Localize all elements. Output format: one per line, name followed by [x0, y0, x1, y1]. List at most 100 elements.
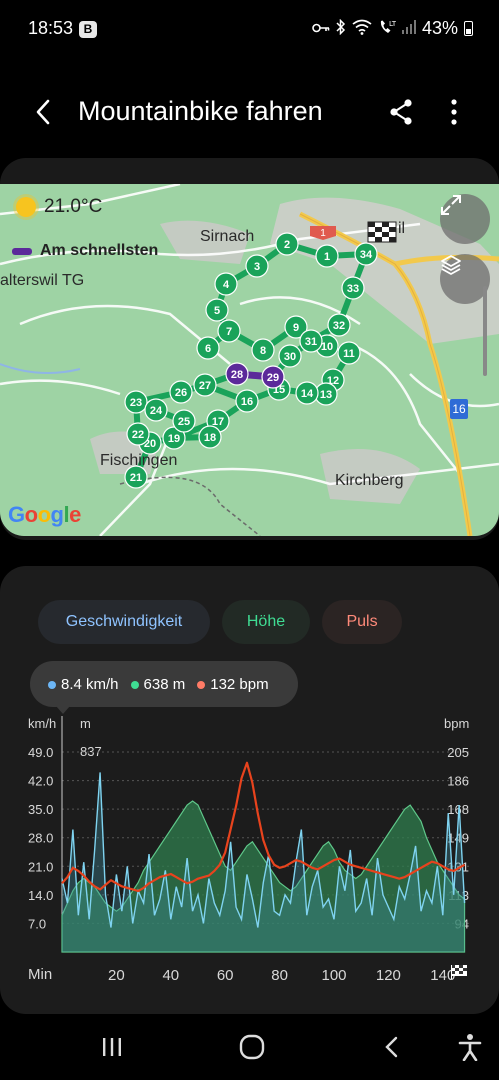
fullscreen-icon[interactable]	[440, 194, 490, 244]
svg-text:10: 10	[321, 341, 333, 353]
route-marker-16[interactable]: 16	[235, 389, 259, 413]
route-marker-28[interactable]: 28	[225, 362, 249, 386]
svg-text:26: 26	[175, 387, 187, 399]
route-marker-30[interactable]: 30	[278, 344, 302, 368]
route-marker-34[interactable]: 34	[354, 242, 378, 266]
battery-icon	[464, 21, 473, 36]
call-icon: LTE	[378, 19, 401, 38]
fastest-swatch	[12, 247, 32, 255]
svg-text:27: 27	[199, 380, 211, 392]
status-time: 18:53	[28, 18, 74, 38]
highway-badge: 16	[450, 399, 468, 419]
status-badge: B	[79, 21, 97, 38]
chart-plot[interactable]: 49.020542.018635.016828.014921.013114.01…	[0, 566, 499, 1014]
x-tick: 120	[376, 967, 401, 984]
sun-icon	[16, 197, 36, 217]
route-marker-14[interactable]: 14	[295, 381, 319, 405]
google-logo: Google	[8, 502, 81, 528]
route-marker-8[interactable]: 8	[251, 338, 275, 362]
svg-text:6: 6	[205, 343, 211, 355]
svg-text:9: 9	[293, 322, 299, 334]
svg-text:3: 3	[254, 261, 260, 273]
route-marker-25[interactable]: 25	[172, 409, 196, 433]
svg-text:18: 18	[204, 432, 216, 444]
status-icons: LTE 43%	[312, 18, 473, 39]
chart-card: Geschwindigkeit Höhe Puls 8.4 km/h 638 m…	[0, 566, 499, 1014]
svg-text:33: 33	[347, 283, 359, 295]
route-marker-6[interactable]: 6	[196, 336, 220, 360]
x-tick: 60	[217, 967, 234, 984]
x-tick: 40	[162, 967, 179, 984]
home-icon[interactable]	[232, 1032, 272, 1062]
y-left-tick: 49.0	[28, 745, 53, 760]
y-left-tick: 28.0	[28, 831, 53, 846]
route-marker-3[interactable]: 3	[245, 254, 269, 278]
nav-back-icon[interactable]	[372, 1032, 412, 1062]
route-map[interactable]: 1 2 3 4 5 6 7 8 9 10 11 12 13 14 15 16 17 18 19 20 21 22 23 24 2…	[0, 184, 499, 536]
svg-text:24: 24	[150, 405, 163, 417]
route-marker-32[interactable]: 32	[327, 313, 351, 337]
key-icon	[312, 21, 330, 37]
route-marker-24[interactable]: 24	[144, 398, 168, 422]
svg-text:29: 29	[267, 372, 279, 384]
x-unit: Min	[28, 966, 53, 983]
more-vert-icon[interactable]	[446, 97, 462, 127]
route-marker-22[interactable]: 22	[126, 422, 150, 446]
route-marker-4[interactable]: 4	[214, 272, 238, 296]
system-nav-bar	[0, 1014, 499, 1080]
svg-text:34: 34	[360, 249, 373, 261]
y-left-tick: 7.0	[28, 916, 46, 931]
y-left-tick: 42.0	[28, 774, 53, 789]
svg-text:22: 22	[132, 429, 144, 441]
route-marker-33[interactable]: 33	[341, 276, 365, 300]
finish-flag-icon	[367, 221, 397, 243]
svg-text:16: 16	[241, 396, 253, 408]
temperature: 21.0°C	[44, 196, 103, 217]
svg-text:31: 31	[305, 336, 317, 348]
place-sirnach: Sirnach	[200, 228, 255, 245]
route-marker-1[interactable]: 1	[315, 244, 339, 268]
route-marker-26[interactable]: 26	[169, 380, 193, 404]
route-marker-27[interactable]: 27	[193, 373, 217, 397]
route-marker-23[interactable]: 23	[124, 390, 148, 414]
route-marker-2[interactable]: 2	[275, 232, 299, 256]
back-arrow-icon[interactable]	[30, 94, 60, 130]
map-scrollbar[interactable]	[483, 286, 487, 376]
fastest-label: Am schnellsten	[40, 242, 159, 259]
route-marker-5[interactable]: 5	[205, 298, 229, 322]
y-left-tick: 21.0	[28, 859, 53, 874]
recent-apps-icon[interactable]	[92, 1032, 132, 1062]
svg-text:2: 2	[284, 239, 290, 251]
route-marker-29[interactable]: 29	[261, 365, 285, 389]
svg-text:14: 14	[301, 388, 314, 400]
place-alterswil: alterswil TG	[0, 272, 85, 289]
svg-text:28: 28	[231, 369, 243, 381]
svg-text:1: 1	[324, 251, 330, 263]
x-tick: 100	[321, 967, 346, 984]
y-left-tick: 35.0	[28, 802, 53, 817]
place-kirchberg: Kirchberg	[335, 472, 404, 489]
weather: 21.0°C	[16, 196, 102, 218]
place-wil: il	[398, 220, 406, 237]
status-bar: 18:53 B LTE 43%	[0, 0, 499, 60]
place-fischingen: Fischingen	[100, 452, 178, 469]
svg-text:1: 1	[320, 228, 326, 239]
share-icon[interactable]	[386, 97, 416, 127]
svg-text:19: 19	[168, 433, 180, 445]
svg-text:11: 11	[343, 348, 355, 360]
route-marker-7[interactable]: 7	[217, 319, 241, 343]
svg-text:5: 5	[214, 305, 220, 317]
route-marker-18[interactable]: 18	[198, 425, 222, 449]
finish-flag-small-icon	[450, 964, 468, 985]
svg-text:30: 30	[284, 351, 296, 363]
y-right-tick: 205	[447, 745, 469, 760]
accessibility-icon[interactable]	[450, 1032, 490, 1062]
y-right-tick: 186	[447, 774, 469, 789]
y-left-tick: 14.0	[28, 888, 53, 903]
svg-text:23: 23	[130, 397, 142, 409]
route-marker-31[interactable]: 31	[299, 329, 323, 353]
route-marker-11[interactable]: 11	[337, 341, 361, 365]
page-title: Mountainbike fahren	[78, 96, 323, 126]
svg-text:21: 21	[130, 472, 142, 484]
svg-text:25: 25	[178, 416, 190, 428]
